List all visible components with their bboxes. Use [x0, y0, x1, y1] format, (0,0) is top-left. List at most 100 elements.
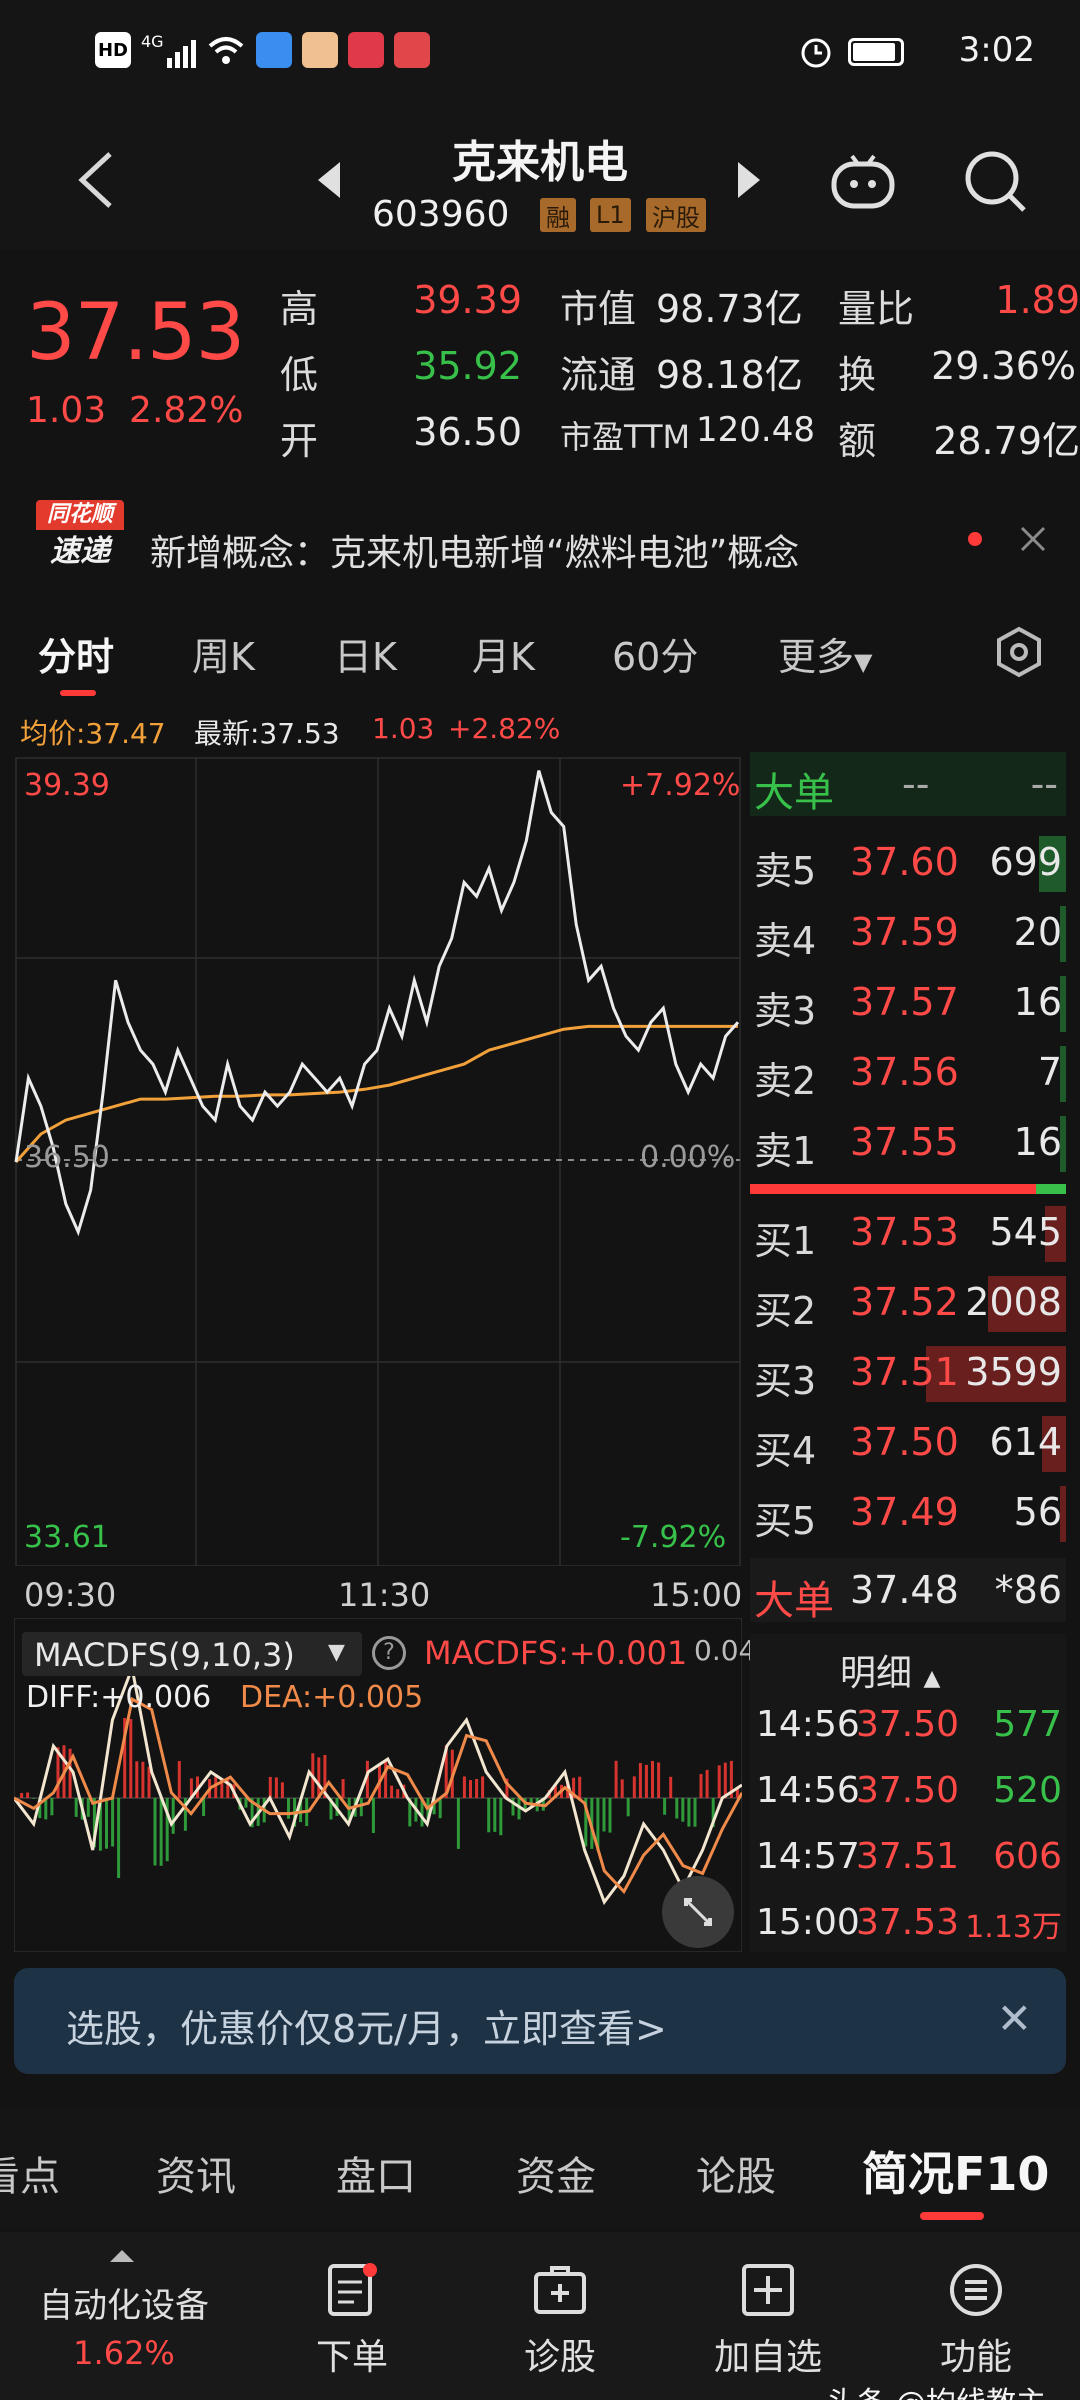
tab-market-depth[interactable]: 盘口	[336, 2144, 416, 2202]
tab-more[interactable]: 更多▼	[778, 626, 872, 681]
trade-price: 37.51	[856, 1836, 960, 1877]
robot-assistant-icon[interactable]	[828, 148, 898, 212]
axis-mid-pct: 0.00%	[640, 1140, 736, 1175]
cloud-app-icon	[255, 32, 292, 68]
macd-bar	[287, 1798, 290, 1819]
axis-top-price: 39.39	[24, 768, 110, 803]
status-time: 3:02	[958, 30, 1035, 70]
macd-bar	[20, 1792, 24, 1798]
intraday-chart[interactable]	[14, 756, 742, 1566]
news-logo: 同花顺 速递	[36, 500, 124, 574]
change-value: 1.03	[26, 390, 107, 431]
level-label: 买4	[754, 1429, 817, 1473]
tab-weekly-k[interactable]: 周K	[192, 626, 255, 681]
tab-forum[interactable]: 论股	[696, 2144, 776, 2202]
app-icon	[393, 32, 430, 68]
macd-bar	[638, 1763, 642, 1798]
trade-volume: 520	[993, 1770, 1062, 1811]
prev-stock-icon[interactable]	[318, 162, 340, 198]
avg-price: 均价:37.47	[20, 717, 166, 750]
bid-row[interactable]: 买4 37.50 614	[750, 1410, 1066, 1474]
vol-ratio-label: 量比	[838, 287, 915, 331]
ask-row[interactable]: 卖5 37.60 699	[750, 830, 1066, 894]
macd-bar	[135, 1761, 139, 1799]
diagnose-icon	[534, 2266, 586, 2314]
level-volume: 20	[1013, 910, 1062, 954]
news-headline[interactable]: 新增概念：克来机电新增“燃料电池”概念	[150, 524, 799, 576]
more-functions-button[interactable]: 功能	[876, 2232, 1076, 2400]
trade-volume: 1.13万	[965, 1910, 1062, 1945]
back-icon[interactable]	[70, 150, 122, 210]
macd-bar	[663, 1798, 667, 1815]
level-label: 卖2	[754, 1059, 817, 1103]
axis-top-pct: +7.92%	[620, 768, 741, 803]
macd-bar	[614, 1760, 618, 1799]
ask-row[interactable]: 卖4 37.59 20	[750, 900, 1066, 964]
trade-volume: 577	[993, 1704, 1062, 1745]
bid-row[interactable]: 买1 37.53 545	[750, 1200, 1066, 1264]
expand-chart-icon[interactable]	[662, 1876, 734, 1948]
macd-bar	[469, 1780, 472, 1798]
ask-row[interactable]: 卖2 37.56 7	[750, 1040, 1066, 1104]
tab-60min[interactable]: 60分	[612, 626, 698, 681]
more-functions-label: 功能	[939, 2337, 1012, 2378]
tab-more-label: 更多	[778, 635, 855, 679]
settings-icon[interactable]	[994, 626, 1044, 678]
bid-row[interactable]: 买2 37.52 2008	[750, 1270, 1066, 1334]
tab-intraday[interactable]: 分时	[38, 626, 114, 681]
close-icon[interactable]: ✕	[997, 1994, 1032, 2043]
pe-value: 120.48	[696, 410, 815, 450]
level-label: 买3	[754, 1359, 817, 1403]
axis-bottom-price: 33.61	[24, 1520, 110, 1555]
next-stock-icon[interactable]	[738, 162, 760, 198]
macd-bar	[268, 1776, 272, 1799]
macd-bar	[26, 1792, 30, 1799]
tab-f10[interactable]: 简况F10	[862, 2138, 1049, 2204]
order-button[interactable]: 下单	[252, 2232, 452, 2400]
big-order-label: 大单	[754, 770, 834, 816]
news-ticker[interactable]: 同花顺 速递 新增概念：克来机电新增“燃料电池”概念	[0, 488, 1080, 598]
macd-bar	[274, 1777, 278, 1799]
tab-daily-k[interactable]: 日K	[334, 626, 397, 681]
help-icon[interactable]: ?	[372, 1636, 406, 1670]
tab-monthly-k[interactable]: 月K	[472, 626, 535, 681]
menu-icon	[950, 2264, 1002, 2316]
promo-banner[interactable]: 选股，优惠价仅8元/月，立即查看> ✕	[14, 1968, 1066, 2074]
macd-bar	[699, 1774, 703, 1799]
tab-highlights[interactable]: 看点	[0, 2144, 60, 2202]
macd-bar	[644, 1764, 648, 1798]
tab-news[interactable]: 资讯	[156, 2144, 236, 2202]
sector-button[interactable]: 自动化设备 1.62%	[24, 2232, 224, 2400]
bottom-toolbar: 自动化设备 1.62% 下单 诊股 加自选 功能	[0, 2232, 1080, 2400]
float-value: 98.18亿	[656, 353, 803, 397]
macd-bar	[693, 1798, 697, 1827]
macd-bar	[86, 1798, 90, 1817]
bid-row[interactable]: 买3 37.51 3599	[750, 1340, 1066, 1404]
ask-row[interactable]: 卖3 37.57 16	[750, 970, 1066, 1034]
macd-bar	[74, 1798, 78, 1817]
level-price: 37.50	[850, 1420, 959, 1464]
float-label: 流通	[560, 353, 637, 397]
trade-time: 14:56	[756, 1770, 860, 1811]
add-watchlist-label: 加自选	[713, 2337, 822, 2378]
close-icon[interactable]	[1018, 524, 1048, 554]
trade-time: 14:56	[756, 1704, 860, 1745]
alarm-icon	[801, 38, 831, 68]
macd-bar	[475, 1779, 479, 1799]
macd-indicator-select[interactable]: MACDFS(9,10,3) ▼	[22, 1632, 362, 1676]
mktcap-value: 98.73亿	[656, 287, 803, 331]
trade-detail[interactable]: 明细 ▲ 14:56 37.50 577 14:56 37.50 520 14:57 37.5…	[750, 1634, 1066, 1952]
macd-bar	[456, 1798, 460, 1849]
promo-text[interactable]: 选股，优惠价仅8元/月，立即查看>	[66, 1998, 667, 2053]
bid-row[interactable]: 买5 37.49 56	[750, 1480, 1066, 1544]
tab-capital[interactable]: 资金	[516, 2144, 596, 2202]
macd-bar	[244, 1798, 248, 1808]
add-watchlist-button[interactable]: 加自选	[668, 2232, 868, 2400]
diagnose-button[interactable]: 诊股	[460, 2232, 660, 2400]
level-label: 买2	[754, 1289, 817, 1333]
axis-mid-price: 36.50	[24, 1140, 110, 1175]
latest-price: 最新:37.53	[194, 717, 340, 750]
search-icon[interactable]	[962, 148, 1028, 214]
level-price: 37.56	[850, 1050, 959, 1094]
ask-row[interactable]: 卖1 37.55 16	[750, 1110, 1066, 1174]
